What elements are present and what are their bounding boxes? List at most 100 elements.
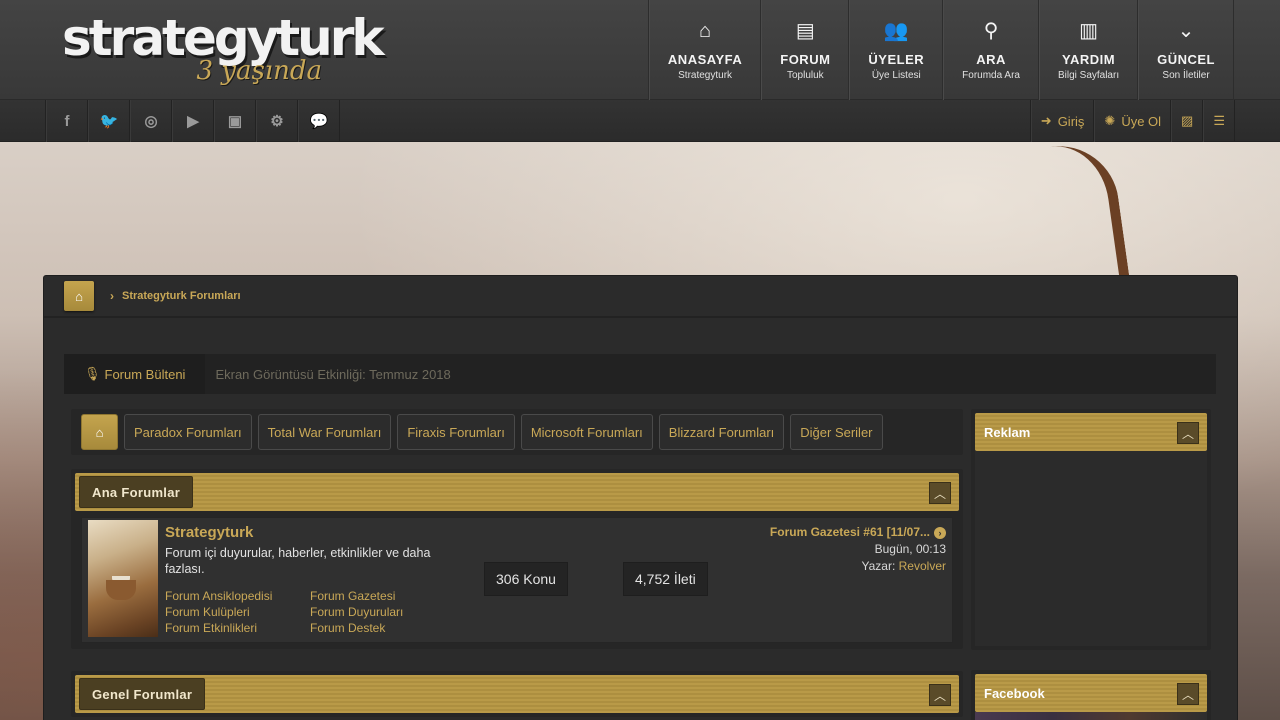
- home-icon: ⌂: [75, 288, 83, 304]
- section-general-forums: Genel Forumlar ︿: [71, 671, 963, 717]
- forum-description: Forum içi duyurular, haberler, etkinlikl…: [165, 546, 431, 576]
- login-button[interactable]: ➜ Giriş: [1030, 100, 1095, 142]
- nav-forum-title: FORUM: [780, 51, 831, 67]
- instagram-icon[interactable]: ◎: [130, 100, 172, 142]
- tab-paradox[interactable]: Paradox Forumları: [124, 414, 252, 450]
- nav-members-title: ÜYELER: [868, 51, 925, 67]
- nav-home[interactable]: ⌂ ANASAYFA Strategyturk: [648, 0, 762, 100]
- thread-count: 306 Konu: [484, 562, 568, 596]
- section-title[interactable]: Ana Forumlar: [79, 476, 194, 508]
- document-icon: ▤: [795, 19, 815, 42]
- tab-other-series[interactable]: Diğer Seriler: [790, 414, 883, 450]
- last-post-author[interactable]: Revolver: [899, 559, 946, 573]
- subforum-link[interactable]: Forum Etkinlikleri: [165, 620, 310, 636]
- chevron-down-icon: ⌄: [1177, 19, 1195, 42]
- section-title[interactable]: Genel Forumlar: [79, 678, 206, 710]
- register-label: Üye Ol: [1121, 113, 1162, 129]
- image-icon: ▨: [1181, 113, 1194, 128]
- widget-title: Facebook: [984, 685, 1045, 701]
- breadcrumb-current[interactable]: Strategyturk Forumları: [122, 290, 241, 302]
- main-container: ⌂ › Strategyturk Forumları 🎙 Forum Bülte…: [43, 275, 1238, 720]
- user-actions: ➜ Giriş ✺ Üye Ol ▨ ☰: [1029, 100, 1235, 142]
- register-button[interactable]: ✺ Üye Ol: [1094, 100, 1172, 142]
- chevron-up-icon: ︿: [933, 688, 946, 703]
- sidebar: Reklam ︿ Facebook ︿: [971, 409, 1211, 720]
- register-icon: ✺: [1104, 113, 1116, 128]
- widget-title: Reklam: [984, 424, 1031, 440]
- nav-help[interactable]: ▥ YARDIM Bilgi Sayfaları: [1038, 0, 1139, 100]
- search-icon: ⚲: [983, 19, 999, 42]
- bulletin-label-text: Forum Bülteni: [104, 366, 186, 382]
- users-icon: 👥: [883, 19, 909, 42]
- arrow-circle-right-icon[interactable]: ›: [934, 526, 946, 539]
- chevron-up-icon: ︿: [1181, 426, 1194, 441]
- subforum-link[interactable]: Forum Duyuruları: [310, 604, 455, 620]
- subforum-link[interactable]: Forum Destek: [310, 620, 455, 636]
- site-logo[interactable]: strategyturk 3 yaşında: [62, 10, 385, 96]
- nav-search[interactable]: ⚲ ARA Forumda Ara: [943, 0, 1039, 100]
- collapse-button[interactable]: ︿: [1177, 683, 1199, 705]
- widget-header: Facebook ︿: [975, 674, 1207, 712]
- last-post-author-line: Yazar: Revolver: [770, 558, 947, 575]
- nav-latest[interactable]: ⌄ GÜNCEL Son İletiler: [1138, 0, 1234, 100]
- forum-thumbnail[interactable]: [88, 520, 158, 637]
- tab-home[interactable]: ⌂: [81, 414, 118, 450]
- bulletin-label: 🎙 Forum Bülteni: [64, 354, 206, 394]
- youtube-icon[interactable]: ▶: [172, 100, 214, 142]
- forum-row: Strategyturk Forum içi duyurular, haberl…: [81, 517, 953, 643]
- author-label: Yazar:: [861, 559, 896, 573]
- chevron-up-icon: ︿: [1181, 687, 1194, 702]
- social-links: f 🐦 ◎ ▶ ▣ ⚙ 💬: [45, 100, 340, 142]
- twitter-icon[interactable]: 🐦: [88, 100, 130, 142]
- nav-search-title: ARA: [976, 51, 1006, 67]
- subforum-link[interactable]: Forum Gazetesi: [310, 588, 455, 604]
- last-post-title: Forum Gazetesi #61 [11/07...: [769, 525, 930, 539]
- tab-blizzard[interactable]: Blizzard Forumları: [658, 414, 785, 450]
- breadcrumb: ⌂ › Strategyturk Forumları: [44, 276, 1237, 318]
- forum-title[interactable]: Strategyturk: [165, 524, 253, 541]
- collapse-button[interactable]: ︿: [929, 684, 951, 706]
- subforum-link[interactable]: Forum Kulüpleri: [165, 604, 310, 620]
- subforum-list: Forum Ansiklopedisi Forum Gazetesi Forum…: [165, 588, 455, 636]
- subforum-link[interactable]: Forum Ansiklopedisi: [165, 588, 310, 604]
- gallery-button[interactable]: ▨: [1171, 100, 1204, 142]
- widget-header: Reklam ︿: [975, 413, 1207, 451]
- post-count: 4,752 İleti: [623, 562, 708, 596]
- chat-icon[interactable]: 💬: [298, 100, 340, 142]
- collapse-button[interactable]: ︿: [929, 482, 951, 504]
- facebook-icon[interactable]: f: [46, 100, 88, 142]
- widget-facebook: Facebook ︿: [971, 670, 1211, 720]
- nav-latest-title: GÜNCEL: [1157, 51, 1215, 67]
- book-icon: ▥: [1079, 19, 1098, 42]
- category-tabs: ⌂ Paradox Forumları Total War Forumları …: [71, 409, 963, 455]
- tab-firaxis[interactable]: Firaxis Forumları: [397, 414, 515, 450]
- section-header: Ana Forumlar ︿: [75, 473, 959, 511]
- facebook-embed[interactable]: [975, 712, 1207, 720]
- sub-navigation-bar: f 🐦 ◎ ▶ ▣ ⚙ 💬 ➜ Giriş ✺ Üye Ol ▨ ☰: [0, 100, 1280, 142]
- section-header: Genel Forumlar ︿: [75, 675, 959, 713]
- tab-total-war[interactable]: Total War Forumları: [257, 414, 392, 450]
- ad-slot: [975, 451, 1207, 646]
- last-post-info: Forum Gazetesi #61 [11/07... › Bugün, 00:…: [770, 524, 946, 575]
- widget-ad: Reklam ︿: [971, 409, 1211, 650]
- forum-bulletin: 🎙 Forum Bülteni Ekran Görüntüsü Etkinliğ…: [64, 354, 1216, 394]
- toggle-sidebar-button[interactable]: ☰: [1203, 100, 1235, 142]
- chevron-right-icon: ›: [110, 289, 114, 303]
- steam-icon[interactable]: ⚙: [256, 100, 298, 142]
- twitch-icon[interactable]: ▣: [214, 100, 256, 142]
- home-icon: ⌂: [95, 424, 104, 440]
- indent-icon: ☰: [1213, 113, 1225, 128]
- nav-members[interactable]: 👥 ÜYELER Üye Listesi: [849, 0, 944, 100]
- collapse-button[interactable]: ︿: [1177, 422, 1199, 444]
- breadcrumb-home-button[interactable]: ⌂: [64, 281, 94, 311]
- microphone-icon: 🎙: [84, 366, 101, 381]
- nav-latest-subtitle: Son İletiler: [1162, 69, 1210, 81]
- nav-forum[interactable]: ▤ FORUM Topluluk: [761, 0, 850, 100]
- nav-forum-subtitle: Topluluk: [786, 69, 824, 81]
- last-post-link[interactable]: Forum Gazetesi #61 [11/07... ›: [770, 524, 946, 541]
- bulletin-news-link[interactable]: Ekran Görüntüsü Etkinliği: Temmuz 2018: [205, 367, 450, 382]
- home-icon: ⌂: [699, 19, 712, 42]
- tab-microsoft[interactable]: Microsoft Forumları: [520, 414, 653, 450]
- logo-anniversary-text: 3 yaşında: [196, 56, 322, 86]
- nav-help-title: YARDIM: [1061, 51, 1116, 67]
